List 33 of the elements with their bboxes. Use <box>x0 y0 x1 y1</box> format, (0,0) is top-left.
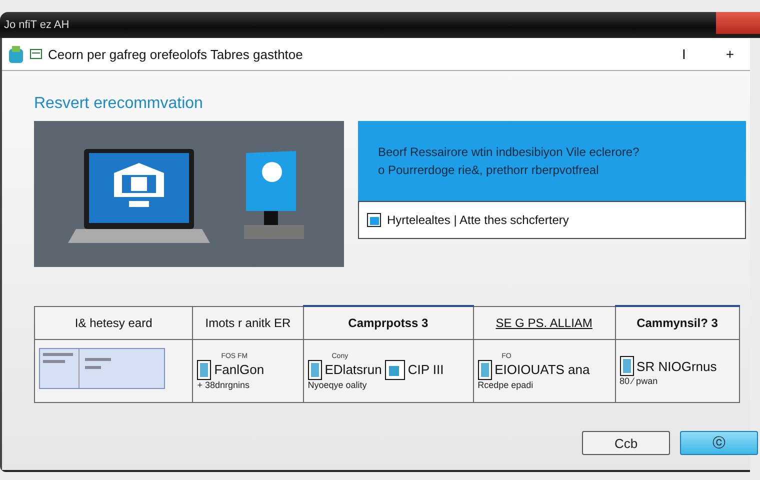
cell-subtext: Nyoeqye oality <box>308 380 368 390</box>
document-icon <box>478 360 492 380</box>
column-header: SE G PS. ALLIAM <box>473 306 616 340</box>
column-header: Imots r anitk ER <box>192 306 304 340</box>
column-header: I& hetesy eard <box>34 306 193 340</box>
window-title: Ceorn per gafreg orefeolofs Tabres gasthtoe <box>48 46 304 62</box>
close-button[interactable] <box>716 12 760 34</box>
section-heading: Resvert erecommvation <box>34 95 204 113</box>
dialog-button[interactable]: ⓒ <box>680 431 758 455</box>
document-icon <box>620 356 634 376</box>
document-icon <box>197 360 212 380</box>
cell-subtext: + 38dnrgnins <box>197 380 250 390</box>
cell-text: SR NIOGrnus <box>636 358 717 374</box>
frame-title: Jo nfiT ez AH <box>3 19 70 31</box>
cell-text: EIOIOUATS ana <box>494 362 590 377</box>
banner-text: Beorf Ressairore wtin indbesibiyon Vile eclerore? <box>378 145 640 159</box>
window-control[interactable]: + <box>710 46 750 62</box>
banner-text: o Pourrerdoge rie&, prethorr rberpvotfreal <box>378 163 600 177</box>
document-icon <box>308 360 322 380</box>
window-control[interactable]: I <box>664 46 704 62</box>
app-icon <box>8 44 24 64</box>
dialog-button[interactable]: Ccb <box>582 431 670 455</box>
cell-text: CIP III <box>408 362 444 377</box>
cell-text: FanlGon <box>214 362 264 377</box>
note-text: Hyrtelealtes | Atte thes schcfertery <box>387 213 569 227</box>
column-header: Cammynsil? 3 <box>615 306 740 340</box>
window-icon <box>384 360 405 380</box>
column-header: Camprpotss 3 <box>303 306 474 340</box>
cell-subtext: Rcedpe epadi <box>478 380 534 390</box>
cell-subtext: 80 ⁄ pwan <box>620 376 659 386</box>
window-icon <box>30 49 42 59</box>
window-icon <box>367 213 381 227</box>
cell-text: EDlatsrun <box>324 362 382 377</box>
